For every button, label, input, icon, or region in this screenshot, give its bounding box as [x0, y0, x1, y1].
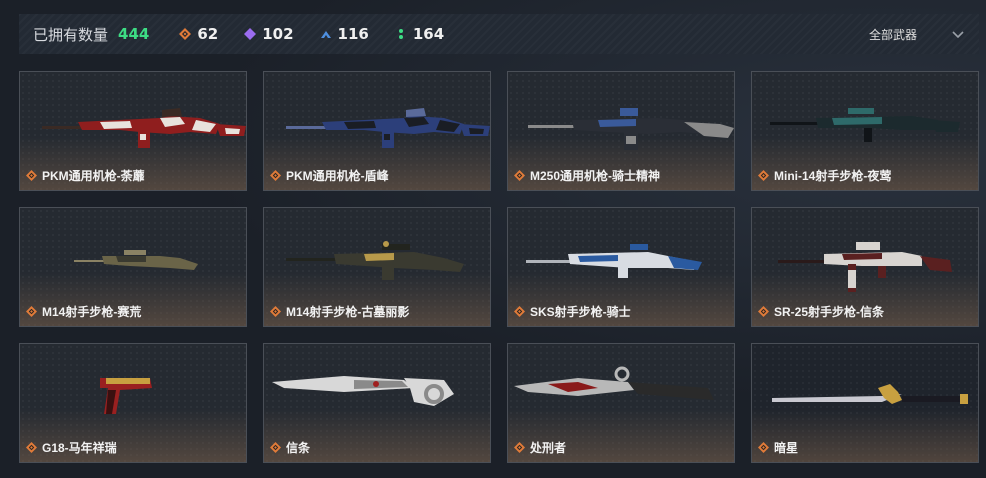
weapon-image	[770, 108, 960, 142]
weapon-name: SKS射手步枪-骑士	[530, 305, 631, 319]
stat-purple-value: 102	[262, 25, 294, 43]
weapon-name: 处刑者	[530, 441, 567, 455]
weapon-card[interactable]: M250通用机枪-骑士精神	[507, 71, 735, 191]
weapon-name: PKM通用机枪-荼蘼	[42, 169, 145, 183]
weapon-name-row: M14射手步枪-古墓丽影	[270, 303, 409, 320]
weapon-name: M14射手步枪-古墓丽影	[286, 305, 410, 319]
weapon-image	[526, 244, 702, 278]
weapon-card[interactable]: 处刑者	[507, 343, 735, 463]
rarity-diamond-icon	[758, 442, 769, 453]
weapon-name: Mini-14射手步枪-夜莺	[774, 169, 892, 183]
weapon-card[interactable]: M14射手步枪-古墓丽影	[263, 207, 491, 327]
weapon-image	[272, 376, 454, 406]
purple-diamond-icon	[244, 28, 257, 40]
rarity-diamond-icon	[514, 442, 525, 453]
weapon-name-row: SKS射手步枪-骑士	[514, 303, 631, 320]
rarity-diamond-icon	[514, 306, 525, 317]
weapon-name-row: G18-马年祥瑞	[26, 439, 117, 456]
weapon-card[interactable]: SKS射手步枪-骑士	[507, 207, 735, 327]
weapon-filter-dropdown[interactable]: 全部武器	[869, 14, 965, 54]
weapon-card[interactable]: PKM通用机枪-荼蘼	[19, 71, 247, 191]
orange-diamond-icon	[179, 28, 192, 40]
rarity-diamond-icon	[758, 170, 769, 181]
rarity-diamond-icon	[270, 306, 281, 317]
weapon-name-row: PKM通用机枪-盾峰	[270, 167, 389, 184]
owned-label: 已拥有数量	[33, 26, 109, 44]
rarity-diamond-icon	[270, 442, 281, 453]
stat-orange: 62	[179, 25, 218, 43]
weapon-name: M14射手步枪-赛荒	[42, 305, 142, 319]
weapon-card[interactable]: G18-马年祥瑞	[19, 343, 247, 463]
rarity-diamond-icon	[26, 306, 37, 317]
weapon-image	[286, 241, 464, 280]
rarity-diamond-icon	[758, 306, 769, 317]
weapon-card[interactable]: 信条	[263, 343, 491, 463]
weapon-name: M250通用机枪-骑士精神	[530, 169, 661, 183]
weapon-name-row: Mini-14射手步枪-夜莺	[758, 167, 891, 184]
stat-orange-value: 62	[197, 25, 219, 43]
weapon-card[interactable]: 暗星	[751, 343, 979, 463]
weapon-name-row: PKM通用机枪-荼蘼	[26, 167, 145, 184]
green-dots-icon	[398, 29, 403, 39]
weapon-name: PKM通用机枪-盾峰	[286, 169, 389, 183]
weapon-card[interactable]: PKM通用机枪-盾峰	[263, 71, 491, 191]
rarity-diamond-icon	[514, 170, 525, 181]
weapon-name: 信条	[286, 441, 311, 455]
chevron-down-icon	[952, 31, 964, 39]
stat-blue-value: 116	[337, 25, 369, 43]
weapon-image	[74, 250, 198, 270]
weapon-name-row: M14射手步枪-赛荒	[26, 303, 141, 320]
filter-label: 全部武器	[868, 27, 917, 42]
rarity-diamond-icon	[270, 170, 281, 181]
weapon-name-row: 信条	[270, 439, 310, 456]
weapon-image	[100, 378, 152, 414]
owned-count: 444	[118, 25, 150, 43]
weapon-image	[528, 108, 734, 150]
weapon-image	[778, 242, 952, 292]
rarity-diamond-icon	[26, 170, 37, 181]
weapon-name-row: M250通用机枪-骑士精神	[514, 167, 660, 184]
weapon-card[interactable]: M14射手步枪-赛荒	[19, 207, 247, 327]
stat-purple: 102	[244, 25, 294, 43]
stat-green: 164	[395, 25, 444, 43]
blue-chevron-icon	[320, 31, 331, 38]
weapon-card[interactable]: SR-25射手步枪-信条	[751, 207, 979, 327]
weapon-name-row: SR-25射手步枪-信条	[758, 303, 884, 320]
weapon-name-row: 处刑者	[514, 439, 566, 456]
stat-blue: 116	[320, 25, 369, 43]
weapon-name-row: 暗星	[758, 439, 798, 456]
inventory-header: 已拥有数量 444 62 102 116 164 全部武器	[19, 14, 979, 54]
weapon-image	[286, 108, 490, 148]
weapon-name: SR-25射手步枪-信条	[774, 305, 885, 319]
weapon-name: 暗星	[774, 441, 799, 455]
rarity-diamond-icon	[26, 442, 37, 453]
weapon-name: G18-马年祥瑞	[42, 441, 117, 455]
weapon-image	[42, 108, 246, 148]
weapon-card[interactable]: Mini-14射手步枪-夜莺	[751, 71, 979, 191]
weapon-image	[772, 384, 968, 404]
weapon-image	[514, 366, 714, 400]
stat-green-value: 164	[412, 25, 445, 43]
